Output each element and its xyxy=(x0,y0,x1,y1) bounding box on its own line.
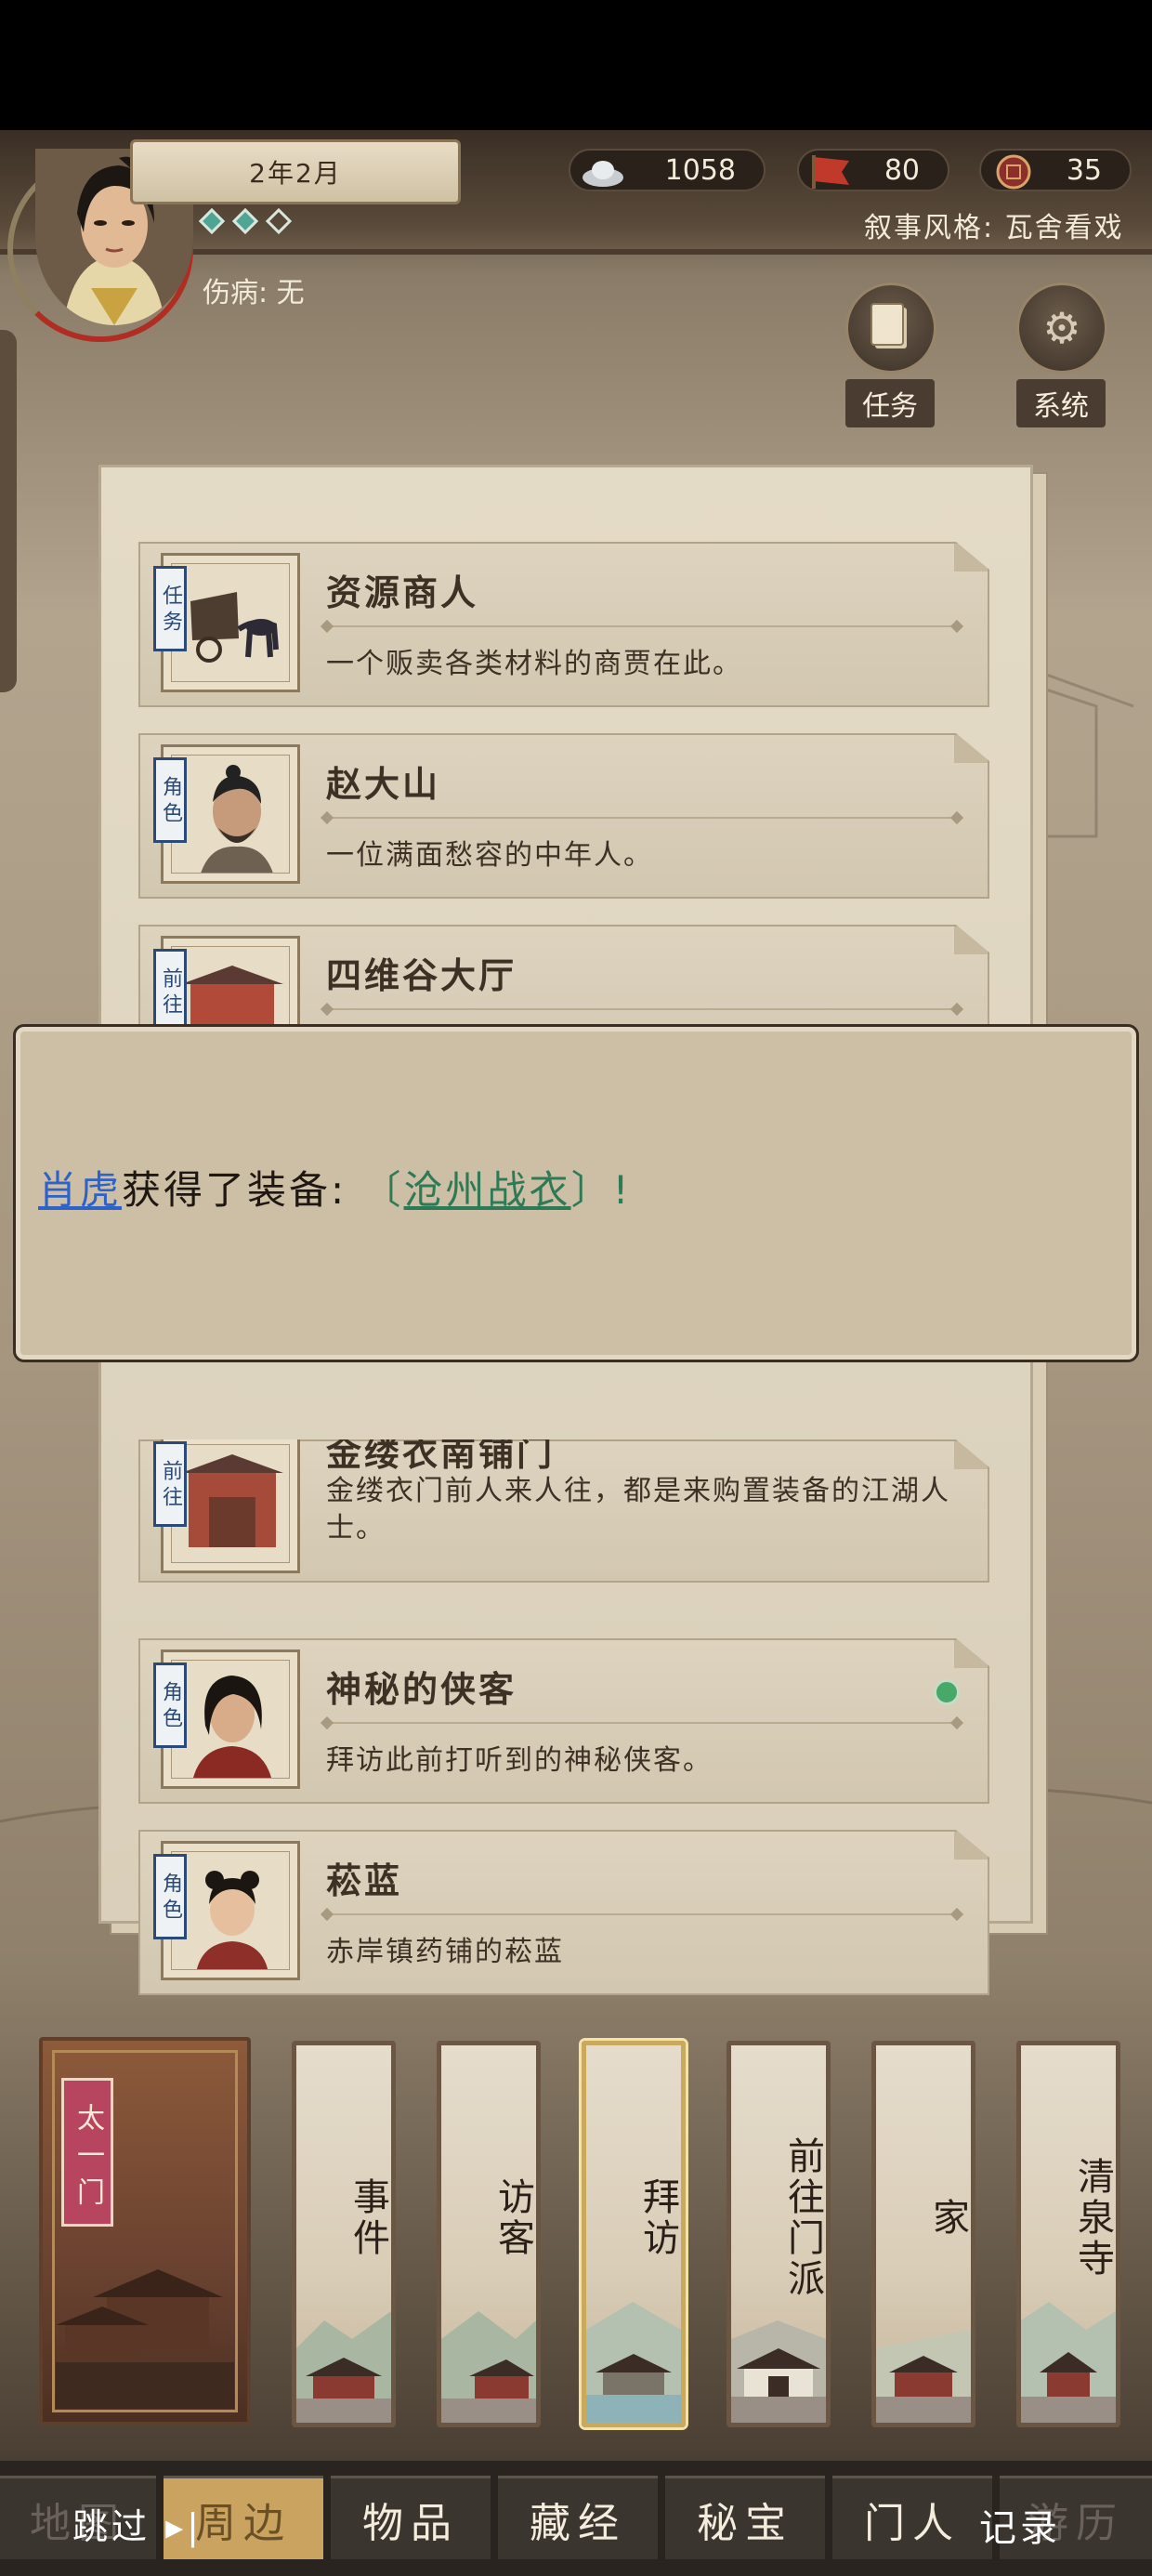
card-description: 一位满面愁容的中年人。 xyxy=(326,839,653,872)
card-divider xyxy=(326,1913,958,1915)
portrait-frame xyxy=(171,755,290,874)
seal-value: 35 xyxy=(1066,153,1102,187)
destination-home[interactable]: 家 xyxy=(871,2041,975,2427)
list-item[interactable]: 角色 赵大山 一位满面愁容的中年人。 xyxy=(138,733,989,899)
skip-label: 跳过 xyxy=(72,2506,151,2547)
swordsman-icon xyxy=(172,1661,289,1778)
town-scene-icon xyxy=(441,2311,536,2423)
system-button-label: 系统 xyxy=(1016,379,1106,427)
destination-events[interactable]: 事件 xyxy=(292,2041,396,2427)
list-item[interactable]: 角色 菘蓝 赤岸镇药铺的菘蓝 xyxy=(138,1830,989,1995)
card-description: 拜访此前打听到的神秘侠客。 xyxy=(326,1744,713,1777)
system-button[interactable]: ⚙ 系统 xyxy=(1016,283,1107,427)
rank-diamonds xyxy=(198,207,293,235)
portrait-frame xyxy=(171,1851,290,1970)
card-title: 菘蓝 xyxy=(326,1860,403,1901)
banner-resource[interactable]: 80 xyxy=(797,149,949,191)
banner-value: 80 xyxy=(884,153,920,187)
list-item[interactable]: 前往 金缕衣南铺门 金缕衣门前人来人往，都是来购置装备的江湖人士。 xyxy=(138,1439,989,1583)
category-tag: 任务 xyxy=(153,566,187,651)
card-title: 金缕衣南铺门 xyxy=(326,1433,556,1474)
scroll-icon xyxy=(845,283,936,374)
destination-go-to-sect[interactable]: 前往门派 xyxy=(727,2041,831,2427)
injury-status: 伤病: 无 xyxy=(203,277,305,309)
destination-visit[interactable]: 拜访 xyxy=(582,2041,686,2427)
list-item[interactable]: 任务 资源商人 一个贩卖各类材料的商贾在此。 xyxy=(138,542,989,707)
equipment-name-link[interactable]: 沧州战衣 xyxy=(404,1167,571,1213)
house-scene-icon xyxy=(876,2330,971,2423)
date-display: 2年2月 xyxy=(130,139,461,204)
silver-resource[interactable]: 1058 xyxy=(569,149,766,191)
card-corner xyxy=(954,735,988,763)
card-title: 神秘的侠客 xyxy=(326,1669,517,1710)
card-divider xyxy=(326,817,958,819)
card-divider xyxy=(326,1008,958,1010)
card-description: 一个贩卖各类材料的商贾在此。 xyxy=(326,648,742,680)
category-tag: 角色 xyxy=(153,1854,187,1939)
category-tag: 前往 xyxy=(153,1441,187,1527)
card-corner xyxy=(954,1832,988,1860)
category-tag: 角色 xyxy=(153,1663,187,1748)
bearded-man-icon xyxy=(172,756,289,873)
young-girl-icon xyxy=(172,1852,289,1969)
card-corner xyxy=(954,1640,988,1668)
card-corner xyxy=(954,1441,988,1469)
tab-disciples[interactable]: 门人 xyxy=(832,2476,992,2559)
skip-forward-icon: ▸| xyxy=(165,2506,203,2547)
silver-ingot-icon xyxy=(578,147,628,197)
notification-dialog[interactable]: 肖虎获得了装备: 〔沧州战衣〕! xyxy=(13,1024,1139,1362)
portrait-frame xyxy=(171,1660,290,1779)
sect-home-card[interactable]: 太一门 xyxy=(39,2037,251,2425)
task-button[interactable]: 任务 xyxy=(845,283,936,427)
card-corner xyxy=(954,927,988,954)
gear-icon: ⚙ xyxy=(1016,283,1107,374)
temple-scene-icon xyxy=(1021,2302,1116,2423)
destination-qingquan-temple[interactable]: 清泉寺 xyxy=(1016,2041,1120,2427)
banner-icon xyxy=(806,147,857,197)
card-title: 资源商人 xyxy=(326,572,479,613)
gate-scene-icon xyxy=(731,2320,826,2423)
tab-items[interactable]: 物品 xyxy=(331,2476,491,2559)
character-name-link[interactable]: 肖虎 xyxy=(38,1167,122,1213)
diamond-filled-icon xyxy=(198,207,226,235)
tab-treasures[interactable]: 秘宝 xyxy=(665,2476,825,2559)
destination-visitors[interactable]: 访客 xyxy=(437,2041,541,2427)
sect-gate-icon xyxy=(56,2269,234,2409)
card-divider xyxy=(326,1722,958,1724)
silver-value: 1058 xyxy=(664,153,736,187)
task-button-label: 任务 xyxy=(845,379,935,427)
town-scene-icon xyxy=(586,2302,681,2423)
dialog-text-middle: 获得了装备: xyxy=(122,1167,347,1213)
bracket-open: 〔 xyxy=(361,1167,404,1213)
side-drawer-handle[interactable] xyxy=(0,330,17,692)
bracket-close: 〕! xyxy=(570,1167,632,1213)
tab-scriptures[interactable]: 藏经 xyxy=(498,2476,658,2559)
diamond-filled-icon xyxy=(231,207,259,235)
card-description: 赤岸镇药铺的菘蓝 xyxy=(326,1936,564,1968)
skip-button[interactable]: 跳过 ▸| xyxy=(72,2498,203,2549)
seal-resource[interactable]: 35 xyxy=(979,149,1132,191)
game-screen: 2年2月 伤病: 无 1058 80 35 叙事风格: 瓦舍看戏 任务 ⚙ 系统 xyxy=(0,130,1152,2576)
portrait-frame xyxy=(171,1444,290,1563)
new-indicator-dot xyxy=(934,1679,960,1705)
narrative-style-label[interactable]: 叙事风格: 瓦舍看戏 xyxy=(864,204,1124,245)
shop-building-icon xyxy=(172,1445,289,1562)
sect-seal: 太一门 xyxy=(61,2078,113,2227)
record-button[interactable]: 记录 xyxy=(979,2498,1061,2552)
card-title: 四维谷大厅 xyxy=(326,955,517,996)
horse-cart-icon xyxy=(172,564,289,681)
town-scene-icon xyxy=(296,2311,391,2423)
diamond-empty-icon xyxy=(265,207,293,235)
category-tag: 前往 xyxy=(153,949,187,1034)
category-tag: 角色 xyxy=(153,757,187,843)
card-description: 金缕衣门前人来人往，都是来购置装备的江湖人士。 xyxy=(326,1475,950,1544)
card-corner xyxy=(954,544,988,572)
list-item[interactable]: 角色 神秘的侠客 拜访此前打听到的神秘侠客。 xyxy=(138,1638,989,1804)
dialog-message: 肖虎获得了装备: 〔沧州战衣〕! xyxy=(38,1159,631,1216)
card-divider xyxy=(326,625,958,627)
seal-coin-icon xyxy=(988,147,1039,197)
card-title: 赵大山 xyxy=(326,764,441,805)
portrait-frame xyxy=(171,563,290,682)
